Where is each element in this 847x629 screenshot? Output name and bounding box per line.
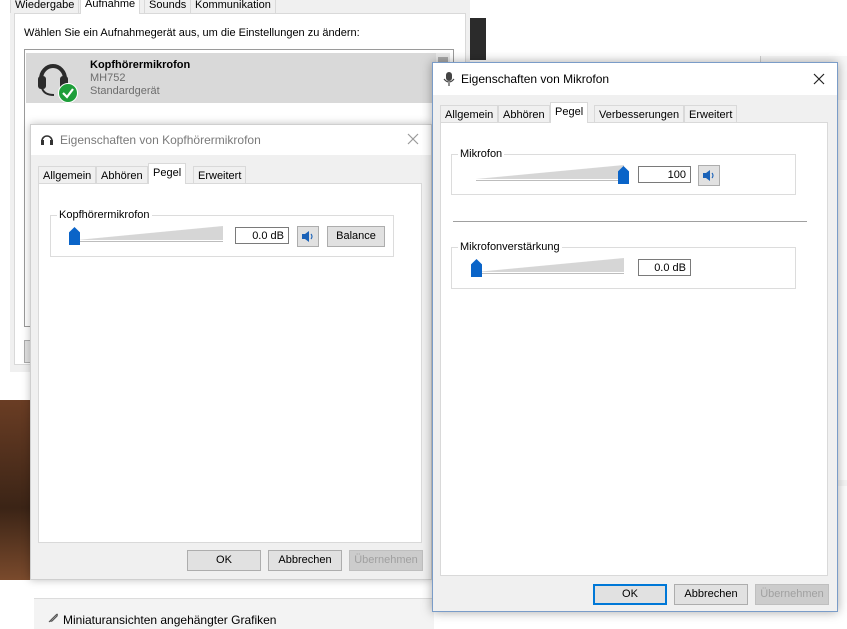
headset-apply-button[interactable]: Übernehmen [349, 550, 423, 571]
mic-speaker-button[interactable] [698, 165, 720, 186]
mic-close-icon[interactable] [809, 69, 829, 89]
headset-dialog-title: Eigenschaften von Kopfhörermikrofon [60, 133, 261, 147]
headset-tab-strip: Allgemein Abhören Pegel Erweitert [38, 163, 418, 184]
mic-dialog-title: Eigenschaften von Mikrofon [461, 72, 610, 86]
headset-level-group: Kopfhörermikrofon 0.0 dB Balance [50, 209, 394, 257]
tab-wiedergabe[interactable]: Wiedergabe [10, 0, 80, 13]
tab-aufnahme[interactable]: Aufnahme [80, 0, 141, 14]
instruction-text: Wählen Sie ein Aufnahmegerät aus, um die… [24, 27, 360, 39]
tab-sounds[interactable]: Sounds [144, 0, 192, 13]
device-row-selected[interactable]: Kopfhörermikrofon MH752 Standardgerät [26, 53, 436, 103]
headset-tab-abhoeren[interactable]: Abhören [96, 166, 148, 184]
sound-tab-strip: Wiedergabe Aufnahme Sounds Kommunikation [10, 0, 470, 14]
mic-boost-group: Mikrofonverstärkung 0.0 dB [451, 241, 796, 289]
default-device-check-icon [58, 83, 78, 103]
speaker-icon [703, 170, 714, 181]
speaker-icon [302, 231, 313, 242]
headset-slider-track[interactable] [77, 226, 223, 240]
mic-tab-pegel[interactable]: Pegel [550, 102, 589, 123]
mic-slider-track[interactable] [476, 165, 624, 179]
boost-slider-baseline [476, 273, 624, 274]
mic-level-value[interactable]: 100 [638, 166, 691, 183]
group-divider [453, 221, 807, 222]
headset-title-icon [40, 133, 54, 150]
headset-cancel-button[interactable]: Abbrechen [268, 550, 342, 571]
boost-slider-track[interactable] [476, 258, 624, 272]
mic-properties-dialog: Eigenschaften von Mikrofon Allgemein Abh… [432, 62, 838, 612]
mic-tab-abhoeren[interactable]: Abhören [498, 105, 550, 123]
thumbnails-label[interactable]: Miniaturansichten angehängter Grafiken [63, 613, 276, 627]
tab-kommunikation[interactable]: Kommunikation [190, 0, 276, 13]
mic-dialog-titlebar[interactable]: Eigenschaften von Mikrofon [433, 63, 837, 95]
mic-tab-allgemein[interactable]: Allgemein [440, 105, 499, 123]
mic-cancel-button[interactable]: Abbrechen [674, 584, 748, 605]
headset-level-label: Kopfhörermikrofon [57, 209, 152, 221]
headset-tab-allgemein[interactable]: Allgemein [38, 166, 97, 184]
mic-boost-value[interactable]: 0.0 dB [638, 259, 691, 276]
mic-slider-baseline [476, 180, 624, 181]
mic-apply-button[interactable]: Übernehmen [755, 584, 829, 605]
headset-dialog-titlebar[interactable]: Eigenschaften von Kopfhörermikrofon [31, 125, 431, 155]
headset-properties-dialog: Eigenschaften von Kopfhörermikrofon Allg… [30, 124, 432, 580]
mic-level-label: Mikrofon [458, 148, 505, 160]
mic-boost-label: Mikrofonverstärkung [458, 241, 562, 253]
bottom-bar: Miniaturansichten angehängter Grafiken [34, 598, 434, 629]
device-model: MH752 [90, 72, 126, 84]
headset-slider-baseline [77, 241, 223, 242]
mic-ok-button[interactable]: OK [593, 584, 667, 605]
headset-ok-button[interactable]: OK [187, 550, 261, 571]
device-status: Standardgerät [90, 85, 160, 97]
headset-level-value[interactable]: 0.0 dB [235, 227, 289, 244]
desktop-dark-strip [470, 18, 486, 60]
paperclip-icon [46, 611, 60, 628]
mic-tab-verbesserungen[interactable]: Verbesserungen [594, 105, 685, 123]
headset-tab-erweitert[interactable]: Erweitert [193, 166, 247, 184]
mic-tab-erweitert[interactable]: Erweitert [684, 105, 738, 123]
microphone-title-icon [443, 71, 455, 90]
mic-tab-strip: Allgemein Abhören Pegel Verbesserungen E… [440, 102, 830, 123]
device-name: Kopfhörermikrofon [90, 59, 191, 71]
desktop-photo-strip [0, 400, 34, 580]
balance-button[interactable]: Balance [327, 226, 385, 247]
headset-tab-pegel[interactable]: Pegel [148, 163, 187, 184]
headset-close-icon[interactable] [403, 129, 423, 149]
headset-speaker-button[interactable] [297, 226, 319, 247]
mic-level-group: Mikrofon 100 [451, 148, 796, 195]
